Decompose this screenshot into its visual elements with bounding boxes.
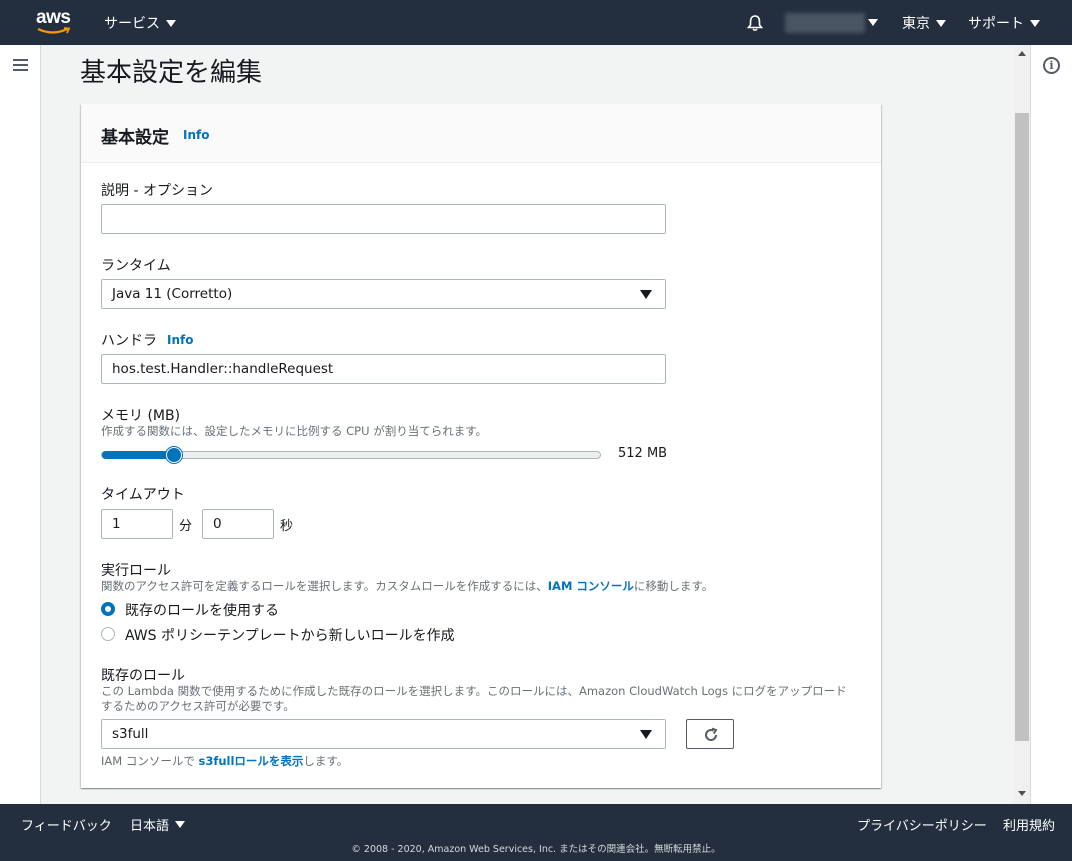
- exec-role-desc-text: 関数のアクセス許可を定義するロールを選択します。カスタムロールを作成するには、: [101, 579, 548, 593]
- memory-slider-track[interactable]: [101, 447, 601, 463]
- exec-role-desc-text-after: に移動します。: [633, 579, 714, 593]
- existing-role-label: 既存のロール: [101, 668, 185, 684]
- handler-label: ハンドラ: [101, 333, 157, 349]
- refresh-icon: [705, 727, 718, 741]
- handler-label-row: ハンドラ Info: [101, 330, 193, 350]
- region-menu[interactable]: 東京: [902, 13, 946, 33]
- smile-icon: [37, 27, 71, 34]
- timeout-label: タイムアウト: [101, 487, 185, 503]
- hamburger-menu-icon[interactable]: [13, 59, 28, 71]
- language-label: 日本語: [130, 819, 170, 834]
- copyright-text: © 2008 - 2020, Amazon Web Services, Inc.…: [351, 844, 721, 855]
- chevron-down-icon: [1030, 19, 1040, 27]
- bell-icon[interactable]: [746, 14, 764, 32]
- create-role-from-template-label[interactable]: AWS ポリシーテンプレートから新しいロールを作成: [125, 625, 455, 645]
- chevron-down-icon: [175, 821, 186, 828]
- timeout-seconds-input[interactable]: 0: [202, 509, 274, 539]
- existing-role-desc-line2: するためのアクセス許可が必要です。: [101, 699, 295, 713]
- view-role-link[interactable]: s3fullロールを表示: [199, 754, 304, 768]
- memory-label: メモリ (MB): [101, 408, 181, 424]
- chevron-down-icon: [640, 290, 652, 299]
- scrollbar-thumb[interactable]: [1015, 113, 1029, 741]
- existing-role-hint-text: IAM コンソールで: [101, 754, 199, 768]
- panel-header: 基本設定 Info: [81, 104, 881, 163]
- exec-role-label: 実行ロール: [101, 563, 171, 579]
- use-existing-role-radio[interactable]: [101, 602, 115, 616]
- description-input[interactable]: [101, 204, 666, 234]
- timeout-minutes-unit: 分: [179, 519, 193, 534]
- existing-role-description: この Lambda 関数で使用するために作成した既存のロールを選択します。このロ…: [101, 684, 847, 714]
- handler-input[interactable]: hos.test.Handler::handleRequest: [101, 354, 666, 384]
- timeout-seconds-unit: 秒: [280, 519, 294, 534]
- create-role-from-template-radio[interactable]: [101, 627, 115, 641]
- language-selector[interactable]: 日本語: [130, 815, 186, 834]
- scroll-down-arrow-icon[interactable]: [1018, 791, 1026, 796]
- services-label: サービス: [104, 16, 160, 32]
- left-sidebar-rail: [0, 45, 41, 804]
- existing-role-hint: IAM コンソールで s3fullロールを表示します。: [101, 754, 348, 769]
- use-existing-role-label[interactable]: 既存のロールを使用する: [125, 600, 279, 620]
- aws-logo[interactable]: aws: [36, 8, 76, 38]
- panel-title: 基本設定: [101, 128, 169, 148]
- existing-role-select[interactable]: s3full: [101, 719, 666, 749]
- iam-console-link[interactable]: IAM コンソール: [548, 579, 634, 593]
- description-label: 説明 - オプション: [101, 183, 213, 199]
- panel-info-link[interactable]: Info: [183, 128, 209, 142]
- services-menu[interactable]: サービス: [104, 13, 176, 33]
- chevron-down-icon: [640, 730, 652, 739]
- chevron-down-icon: [936, 19, 946, 27]
- handler-info-link[interactable]: Info: [167, 333, 193, 347]
- memory-value: 512 MB: [618, 446, 668, 461]
- account-name-redacted[interactable]: [785, 13, 865, 33]
- chevron-down-icon: [166, 19, 176, 27]
- existing-role-value: s3full: [112, 726, 149, 742]
- info-icon[interactable]: i: [1043, 57, 1060, 74]
- account-chevron-down-icon[interactable]: [868, 19, 878, 26]
- timeout-minutes-input[interactable]: 1: [101, 509, 173, 539]
- memory-description: 作成する関数には、設定したメモリに比例する CPU が割り当てられます。: [101, 424, 488, 438]
- runtime-select[interactable]: Java 11 (Corretto): [101, 279, 666, 309]
- support-label: サポート: [968, 16, 1024, 32]
- memory-slider-handle[interactable]: [166, 447, 182, 463]
- feedback-link[interactable]: フィードバック: [21, 815, 112, 834]
- aws-logo-text: aws: [36, 7, 71, 28]
- page-scrollbar[interactable]: [1014, 45, 1030, 804]
- runtime-label: ランタイム: [101, 258, 171, 274]
- runtime-value: Java 11 (Corretto): [112, 286, 233, 302]
- top-navigation: aws サービス 東京 サポート: [0, 0, 1072, 45]
- basic-settings-panel: 基本設定 Info 説明 - オプション ランタイム Java 11 (Corr…: [81, 104, 881, 788]
- terms-link[interactable]: 利用規約: [1003, 815, 1055, 834]
- refresh-roles-button[interactable]: [686, 719, 734, 749]
- region-label: 東京: [902, 16, 930, 32]
- existing-role-hint-text-after: します。: [303, 754, 349, 768]
- page-title: 基本設定を編集: [80, 58, 263, 88]
- right-help-rail: i: [1030, 45, 1072, 804]
- scroll-up-arrow-icon[interactable]: [1018, 51, 1026, 56]
- memory-slider-fill: [102, 451, 174, 459]
- support-menu[interactable]: サポート: [968, 13, 1040, 33]
- footer: フィードバック 日本語 プライバシーポリシー 利用規約 © 2008 - 202…: [0, 804, 1072, 861]
- privacy-policy-link[interactable]: プライバシーポリシー: [857, 815, 987, 834]
- existing-role-desc-line1: この Lambda 関数で使用するために作成した既存のロールを選択します。このロ…: [101, 684, 847, 698]
- exec-role-description: 関数のアクセス許可を定義するロールを選択します。カスタムロールを作成するには、I…: [101, 579, 713, 594]
